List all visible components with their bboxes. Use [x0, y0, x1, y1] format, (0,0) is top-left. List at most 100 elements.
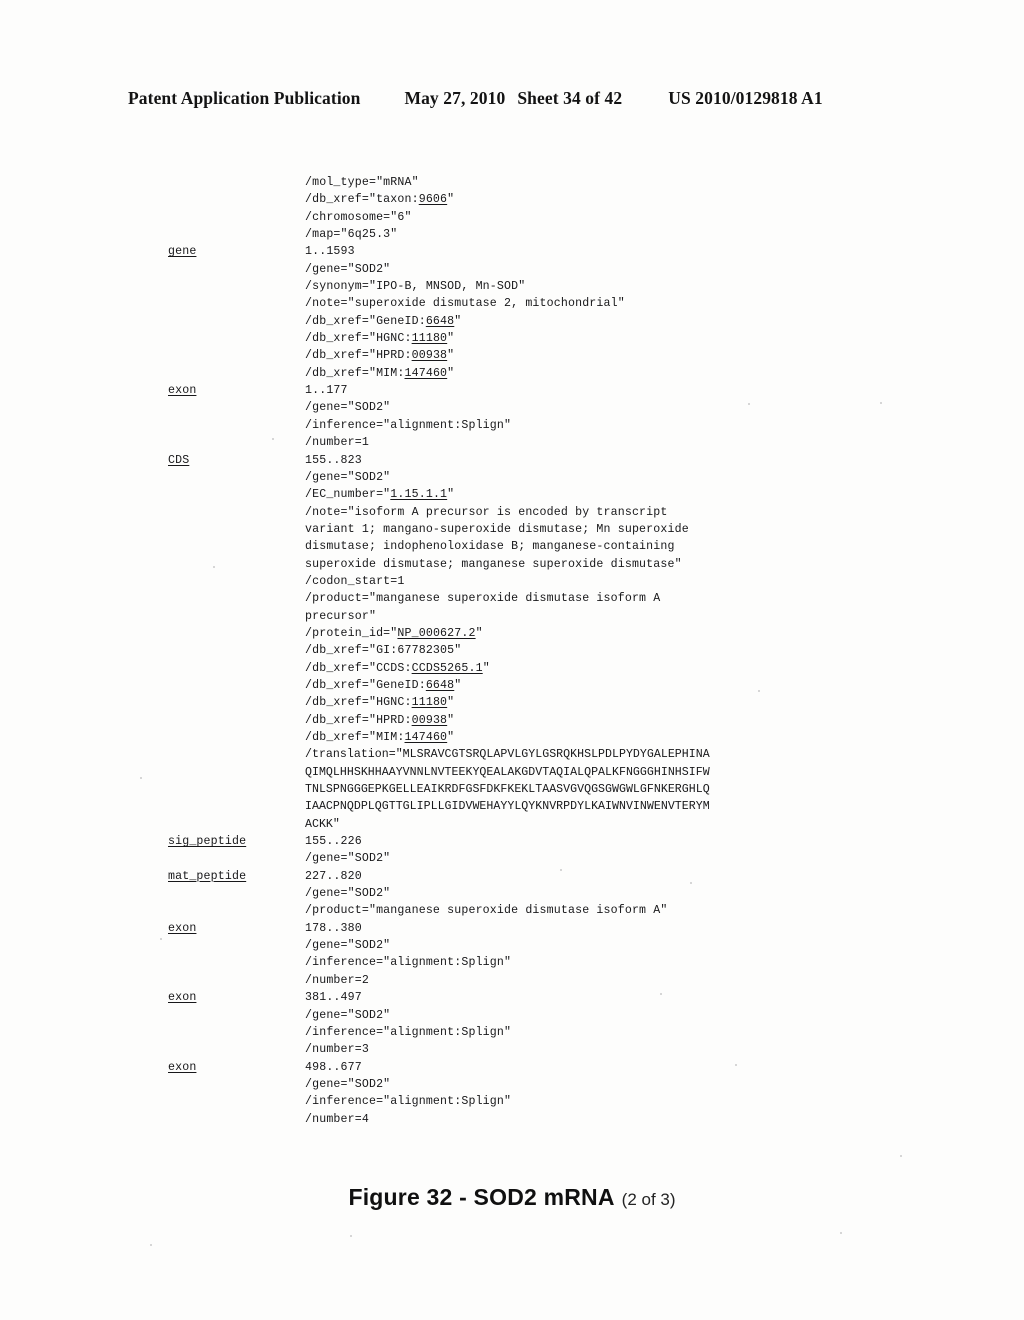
- feature-row: /db_xref="taxon:9606": [168, 191, 928, 208]
- feature-row: /protein_id="NP_000627.2": [168, 625, 928, 642]
- qualifier-number: /number=1: [305, 436, 369, 450]
- header-publication-title: Patent Application Publication: [128, 88, 361, 108]
- feature-key-gene: gene: [168, 243, 305, 260]
- feature-row: /db_xref="MIM:147460": [168, 729, 928, 746]
- sig-peptide-location: 155..226: [305, 835, 362, 849]
- quote-mark: ": [475, 626, 483, 640]
- feature-key-label: sig_peptide: [168, 835, 247, 849]
- taxon-link[interactable]: 9606: [419, 193, 447, 206]
- quote-mark: ": [447, 332, 455, 346]
- geneid-link[interactable]: 6648: [426, 315, 454, 328]
- ccds-link[interactable]: CCDS5265.1: [412, 662, 483, 675]
- translation-line-2: QIMQLHHSKHHAAYVNNLNVTEEKYQEALAKGDVTAQIAL…: [305, 765, 710, 779]
- feature-row: /db_xref="HPRD:00938": [168, 712, 928, 729]
- feature-key-exon: exon: [168, 920, 305, 937]
- qualifier-text: /db_xref="taxon:: [305, 193, 419, 207]
- translation-line-1: /translation="MLSRAVCGTSRQLAPVLGYLGSRQKH…: [305, 748, 710, 762]
- exon1-location: 1..177: [305, 384, 348, 398]
- qualifier-gene-name: /gene="SOD2": [305, 1077, 391, 1091]
- qualifier-text: /db_xref="GeneID:: [305, 678, 426, 692]
- feature-row: /mol_type="mRNA": [168, 174, 928, 191]
- genbank-feature-table: /mol_type="mRNA" /db_xref="taxon:9606" /…: [168, 174, 928, 1128]
- qualifier-chromosome: /chromosome="6": [305, 210, 412, 224]
- feature-row: /synonym="IPO-B, MNSOD, Mn-SOD": [168, 278, 928, 295]
- feature-key-label: exon: [168, 1060, 197, 1074]
- feature-row: /chromosome="6": [168, 209, 928, 226]
- figure-caption: Figure 32 - SOD2 mRNA (2 of 3): [0, 1184, 1024, 1211]
- geneid-link[interactable]: 6648: [426, 679, 454, 692]
- feature-row: /gene="SOD2": [168, 1076, 928, 1093]
- feature-row: /db_xref="HGNC:11180": [168, 330, 928, 347]
- hprd-link[interactable]: 00938: [412, 714, 448, 727]
- quote-mark: ": [454, 678, 462, 692]
- qualifier-db-xref-mim: /db_xref="MIM:147460": [305, 729, 928, 746]
- cds-location: 155..823: [305, 453, 362, 467]
- feature-row: /db_xref="MIM:147460": [168, 365, 928, 382]
- publication-header: Patent Application Publication May 27, 2…: [128, 88, 896, 109]
- feature-row: /inference="alignment:Splign": [168, 954, 928, 971]
- feature-row: ACKK": [168, 816, 928, 833]
- qualifier-gene-name: /gene="SOD2": [305, 852, 391, 866]
- hgnc-link[interactable]: 11180: [412, 696, 448, 709]
- feature-row: /note="isoform A precursor is encoded by…: [168, 504, 928, 521]
- qualifier-text: /EC_number=": [305, 488, 391, 502]
- quote-mark: ": [447, 193, 455, 207]
- qualifier-db-xref-hgnc: /db_xref="HGNC:11180": [305, 330, 928, 347]
- feature-row-cds: CDS 155..823: [168, 452, 928, 469]
- qualifier-product-line-2: precursor": [305, 609, 377, 623]
- exon3-location: 381..497: [305, 991, 362, 1005]
- feature-row-gene: gene 1..1593: [168, 243, 928, 260]
- feature-row-exon-3: exon 381..497: [168, 989, 928, 1006]
- qualifier-db-xref-ccds: /db_xref="CCDS:CCDS5265.1": [305, 660, 928, 677]
- qualifier-mol-type: /mol_type="mRNA": [305, 176, 419, 189]
- mim-link[interactable]: 147460: [405, 367, 448, 380]
- qualifier-cds-note-line-3: dismutase; indophenoloxidase B; manganes…: [305, 540, 675, 554]
- translation-line-4: IAACPNQDPLQGTTGLIPLLGIDVWEHAYYLQYKNVRPDY…: [305, 800, 710, 814]
- qualifier-inference: /inference="alignment:Splign": [305, 1095, 512, 1109]
- exon2-location: 178..380: [305, 921, 362, 935]
- feature-key-label: gene: [168, 245, 197, 259]
- feature-row: /db_xref="GI:67782305": [168, 642, 928, 659]
- hgnc-link[interactable]: 11180: [412, 332, 448, 345]
- protein-id-link[interactable]: NP_000627.2: [397, 627, 475, 640]
- mim-link[interactable]: 147460: [405, 731, 448, 744]
- qualifier-number: /number=3: [305, 1043, 369, 1057]
- figure-caption-part: (2 of 3): [621, 1190, 676, 1209]
- feature-row: /inference="alignment:Splign": [168, 1093, 928, 1110]
- feature-row: IAACPNQDPLQGTTGLIPLLGIDVWEHAYYLQYKNVRPDY…: [168, 798, 928, 815]
- feature-row: /db_xref="HPRD:00938": [168, 347, 928, 364]
- feature-row: /number=3: [168, 1041, 928, 1058]
- qualifier-inference: /inference="alignment:Splign": [305, 418, 512, 432]
- hprd-link[interactable]: 00938: [412, 349, 448, 362]
- quote-mark: ": [482, 661, 490, 675]
- qualifier-text: /db_xref="HGNC:: [305, 696, 412, 710]
- header-sheet-number: Sheet 34 of 42: [517, 88, 623, 108]
- quote-mark: ": [447, 349, 455, 363]
- qualifier-map: /map="6q25.3": [305, 228, 398, 242]
- quote-mark: ": [447, 366, 455, 380]
- quote-mark: ": [454, 314, 462, 328]
- feature-key-sig-peptide: sig_peptide: [168, 833, 305, 850]
- translation-line-5: ACKK": [305, 817, 340, 831]
- feature-row: /gene="SOD2": [168, 885, 928, 902]
- gene-location: 1..1593: [305, 245, 355, 259]
- qualifier-cds-note-line-1: /note="isoform A precursor is encoded by…: [305, 505, 668, 519]
- feature-row: variant 1; mangano-superoxide dismutase;…: [168, 521, 928, 538]
- patent-page: Patent Application Publication May 27, 2…: [0, 0, 1024, 1320]
- qualifier-db-xref-hprd: /db_xref="HPRD:00938": [305, 712, 928, 729]
- feature-row: /EC_number="1.15.1.1": [168, 486, 928, 503]
- feature-key-exon: exon: [168, 382, 305, 399]
- ec-number-link[interactable]: 1.15.1.1: [390, 488, 447, 501]
- feature-row: dismutase; indophenoloxidase B; manganes…: [168, 538, 928, 555]
- feature-key-label: mat_peptide: [168, 869, 247, 883]
- feature-row-exon-4: exon 498..677: [168, 1059, 928, 1076]
- feature-key-exon: exon: [168, 989, 305, 1006]
- feature-row: /product="manganese superoxide dismutase…: [168, 902, 928, 919]
- qualifier-synonym: /synonym="IPO-B, MNSOD, Mn-SOD": [305, 280, 526, 294]
- feature-row: /note="superoxide dismutase 2, mitochond…: [168, 295, 928, 312]
- feature-row: precursor": [168, 608, 928, 625]
- scan-speckle: [840, 1232, 842, 1234]
- qualifier-protein-id: /protein_id="NP_000627.2": [305, 625, 928, 642]
- feature-row: /db_xref="GeneID:6648": [168, 313, 928, 330]
- qualifier-text: /db_xref="HPRD:: [305, 349, 412, 363]
